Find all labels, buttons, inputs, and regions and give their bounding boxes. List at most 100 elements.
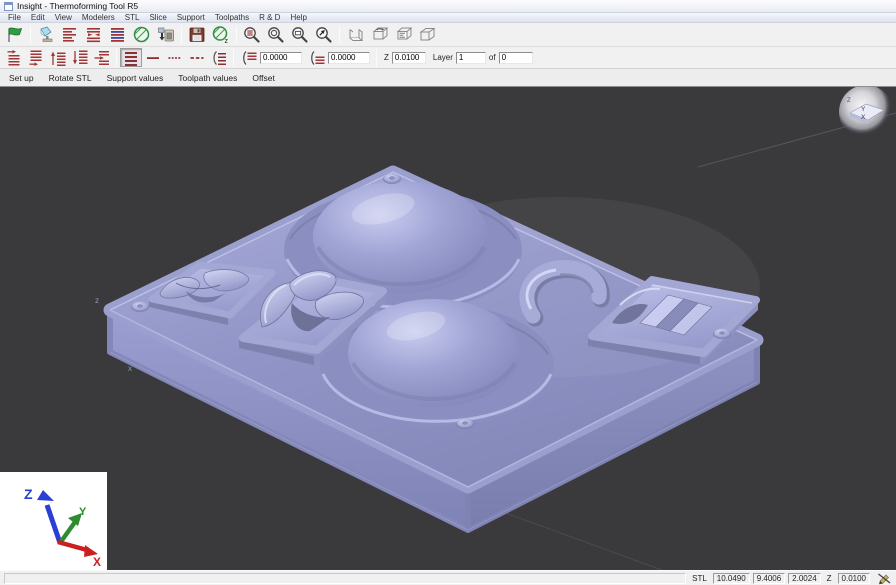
z-height-input[interactable] [392, 52, 426, 64]
split-layers-button[interactable] [82, 24, 106, 45]
start-flag-icon [5, 25, 25, 44]
menu-slice[interactable]: Slice [144, 13, 171, 23]
title-bar: Insight - Thermoforming Tool R5 [0, 0, 896, 13]
layer-up-icon [49, 49, 67, 67]
toolbar-separator [116, 49, 117, 67]
tab-rotate-stl[interactable]: Rotate STL [49, 73, 92, 83]
show-all-curves-button[interactable] [120, 48, 142, 67]
z-height-group: Z [383, 52, 426, 64]
zoom-in-button[interactable] [264, 24, 288, 45]
status-x-value: 10.0490 [713, 573, 750, 584]
axis-triad: Z Y X [0, 472, 107, 570]
save-icon [187, 25, 207, 44]
layer-number-group: Layer of [432, 52, 533, 64]
range-start-input[interactable] [260, 52, 302, 64]
triad-x-label: X [93, 555, 101, 569]
status-message-panel [4, 573, 686, 584]
layer-label: Layer [432, 53, 454, 62]
toolbar-separator [233, 49, 234, 67]
toolbar-separator [181, 26, 182, 44]
toolbar-separator [236, 26, 237, 44]
zoom-out-button[interactable] [288, 24, 312, 45]
last-layer-button[interactable] [25, 48, 47, 67]
z-label: Z [383, 53, 390, 62]
menu-view[interactable]: View [50, 13, 77, 23]
dash-style-fine-button[interactable] [164, 48, 186, 67]
dash-style-coarse-icon [188, 49, 206, 67]
menu-support[interactable]: Support [172, 13, 210, 23]
slice-button[interactable] [130, 24, 154, 45]
menu-bar: File Edit View Modelers STL Slice Suppor… [0, 13, 896, 23]
orientation-ball[interactable]: Z Y X [839, 87, 893, 139]
modeler-setup-button[interactable] [34, 24, 58, 45]
status-stl-label: STL [689, 574, 710, 583]
view-front-button[interactable] [391, 24, 415, 45]
first-layer-icon [5, 49, 23, 67]
layer-up-button[interactable] [47, 48, 69, 67]
status-height-value: 0.0100 [838, 573, 870, 584]
zoom-extents-icon [314, 25, 334, 44]
layer-down-button[interactable] [69, 48, 91, 67]
zoom-layers-button[interactable] [240, 24, 264, 45]
tab-set-up[interactable]: Set up [9, 73, 34, 83]
layer-count-input[interactable] [499, 52, 533, 64]
view-top-button[interactable] [367, 24, 391, 45]
toolbar-separator [30, 26, 31, 44]
view-iso-button[interactable] [415, 24, 439, 45]
ball-x-label: X [861, 114, 866, 121]
show-one-curve-icon [144, 49, 162, 67]
toolbar-separator [339, 26, 340, 44]
dash-style-fine-icon [166, 49, 184, 67]
menu-modelers[interactable]: Modelers [77, 13, 120, 23]
menu-stl[interactable]: STL [120, 13, 145, 23]
of-label: of [488, 53, 497, 62]
show-one-curve-button[interactable] [142, 48, 164, 67]
tab-offset[interactable]: Offset [252, 73, 275, 83]
layer-colors-button[interactable] [106, 24, 130, 45]
last-layer-icon [27, 49, 45, 67]
range-stop-input[interactable] [328, 52, 370, 64]
origin-x-label: x [128, 364, 132, 373]
slice-z-button[interactable]: z [209, 24, 233, 45]
range-stop-group [308, 49, 370, 67]
start-flag-button[interactable] [3, 24, 27, 45]
zoom-extents-button[interactable] [312, 24, 336, 45]
menu-rd[interactable]: R & D [254, 13, 285, 23]
goto-layer-button[interactable] [91, 48, 113, 67]
menu-help[interactable]: Help [285, 13, 311, 23]
origin-z-label: z [95, 296, 99, 305]
menu-file[interactable]: File [3, 13, 26, 23]
slice-icon [132, 25, 152, 44]
build-job-button[interactable] [154, 24, 178, 45]
build-job-icon [156, 25, 176, 44]
group-curves-button[interactable] [208, 48, 230, 67]
main-toolbar: z [0, 23, 896, 47]
process-tab-strip: Set up Rotate STL Support values Toolpat… [0, 69, 896, 87]
view-front-icon [393, 25, 413, 44]
menu-edit[interactable]: Edit [26, 13, 50, 23]
triad-y-label: Y [79, 506, 87, 518]
dash-style-coarse-button[interactable] [186, 48, 208, 67]
view-bottom-icon [345, 25, 365, 44]
view-top-icon [369, 25, 389, 44]
app-icon [4, 2, 13, 11]
tab-support-values[interactable]: Support values [107, 73, 164, 83]
range-start-group [240, 49, 302, 67]
stl-model[interactable] [110, 172, 760, 530]
ball-y-label: Y [861, 106, 866, 113]
first-layer-button[interactable] [3, 48, 25, 67]
tab-toolpath-values[interactable]: Toolpath values [178, 73, 237, 83]
split-layers-icon [84, 25, 104, 44]
save-button[interactable] [185, 24, 209, 45]
menu-toolpaths[interactable]: Toolpaths [210, 13, 254, 23]
layer-number-input[interactable] [456, 52, 486, 64]
modeler-setup-icon [36, 25, 56, 44]
viewport-canvas[interactable]: z x Z Y X Z Y X [0, 87, 896, 570]
triad-z-label: Z [24, 486, 33, 502]
range-start-icon [240, 49, 258, 67]
view-bottom-button[interactable] [343, 24, 367, 45]
toolpath-groups-button[interactable] [58, 24, 82, 45]
status-y-value: 9.4006 [753, 573, 785, 584]
status-z-label: Z [824, 574, 835, 583]
edit-disabled-icon [877, 572, 892, 585]
